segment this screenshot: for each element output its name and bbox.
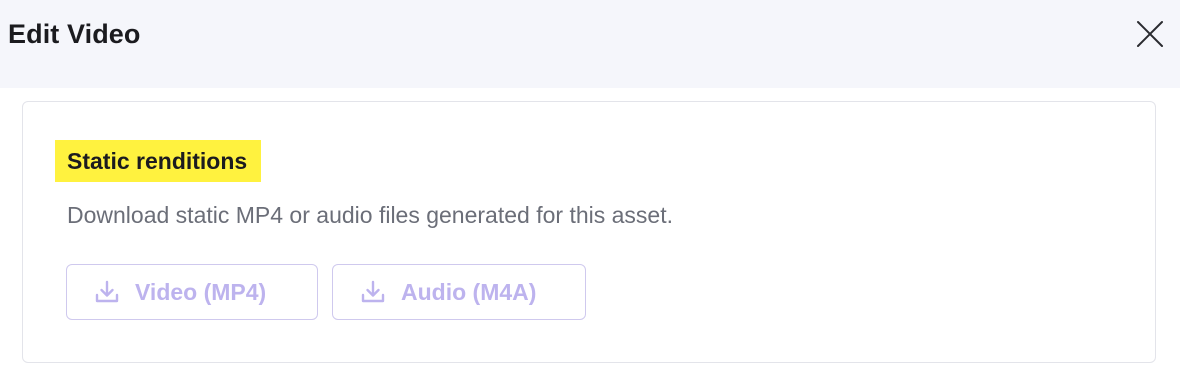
edit-video-dialog: Edit Video Static renditions Download st… <box>0 0 1180 376</box>
dialog-title: Edit Video <box>8 19 141 49</box>
close-icon <box>1134 18 1166 50</box>
close-button[interactable] <box>1134 18 1166 50</box>
download-icon <box>93 278 121 306</box>
download-video-button[interactable]: Video (MP4) <box>66 264 318 320</box>
download-audio-button[interactable]: Audio (M4A) <box>332 264 586 320</box>
download-video-label: Video (MP4) <box>135 278 267 305</box>
section-description: Download static MP4 or audio files gener… <box>67 202 673 228</box>
download-audio-label: Audio (M4A) <box>401 278 537 305</box>
dialog-header: Edit Video <box>0 0 1180 88</box>
section-title: Static renditions <box>55 140 262 182</box>
static-renditions-card: Static renditions Download static MP4 or… <box>22 101 1156 363</box>
download-icon <box>359 278 387 306</box>
